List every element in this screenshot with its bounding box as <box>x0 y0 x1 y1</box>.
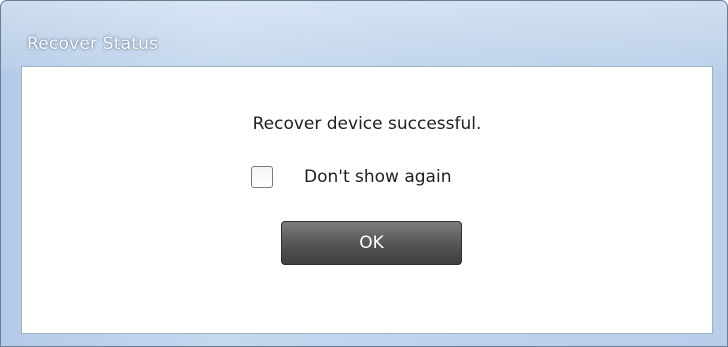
dont-show-again-checkbox[interactable] <box>251 166 273 188</box>
title-bar[interactable]: Recover Status <box>1 1 727 65</box>
dont-show-again-label[interactable]: Don't show again <box>304 167 451 187</box>
dont-show-again-row[interactable]: Don't show again <box>251 164 451 190</box>
recover-status-window: Recover Status Recover device successful… <box>0 0 728 347</box>
ok-button[interactable]: OK <box>281 221 462 265</box>
window-title: Recover Status <box>27 34 159 54</box>
status-message: Recover device successful. <box>252 114 482 134</box>
dialog-content: Recover device successful. Don't show ag… <box>21 66 713 334</box>
